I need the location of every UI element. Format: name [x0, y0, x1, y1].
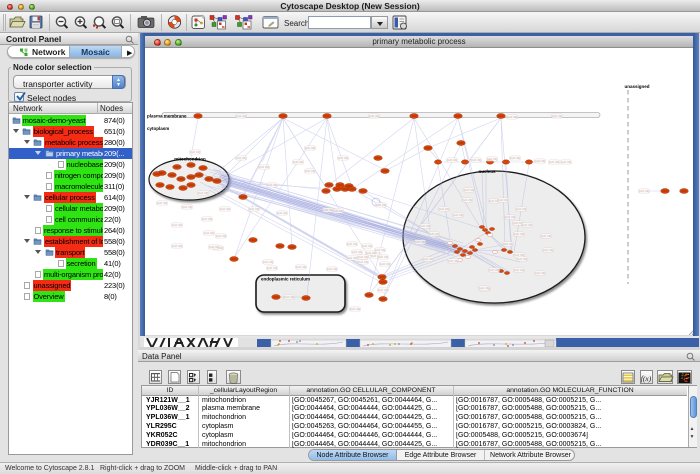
svg-text:[GO:04]: [GO:04]	[277, 211, 288, 215]
svg-text:[GO:04]: [GO:04]	[190, 150, 201, 154]
svg-text:[GO:04]: [GO:04]	[375, 248, 386, 252]
svg-text:[GO:04]: [GO:04]	[507, 115, 518, 119]
svg-text:[GO:04]: [GO:04]	[479, 286, 490, 290]
svg-text:[GO:04]: [GO:04]	[514, 232, 525, 236]
svg-text:[GO:04]: [GO:04]	[522, 223, 533, 227]
svg-text:[GO:04]: [GO:04]	[305, 169, 316, 173]
svg-text:[GO:04]: [GO:04]	[514, 268, 525, 272]
svg-text:[GO:04]: [GO:04]	[182, 205, 193, 209]
svg-text:[GO:04]: [GO:04]	[358, 260, 369, 264]
svg-text:f(x): f(x)	[641, 374, 652, 383]
svg-text:[GO:04]: [GO:04]	[327, 267, 338, 271]
svg-text:[GO:04]: [GO:04]	[347, 242, 358, 246]
svg-text:[GO:04]: [GO:04]	[447, 158, 458, 162]
svg-text:[GO:04]: [GO:04]	[503, 242, 514, 246]
svg-text:[GO:04]: [GO:04]	[198, 191, 209, 195]
svg-text:[GO:04]: [GO:04]	[415, 240, 426, 244]
svg-text:[GO:04]: [GO:04]	[362, 244, 373, 248]
svg-text:[GO:04]: [GO:04]	[471, 158, 482, 162]
svg-text:[GO:04]: [GO:04]	[517, 257, 528, 261]
svg-text:[GO:04]: [GO:04]	[293, 160, 304, 164]
svg-text:[GO:04]: [GO:04]	[378, 288, 389, 292]
svg-text:[GO:04]: [GO:04]	[448, 259, 459, 263]
svg-text:[GO:04]: [GO:04]	[543, 248, 554, 252]
svg-text:plasma membrane: plasma membrane	[147, 114, 187, 119]
svg-text:[GO:04]: [GO:04]	[510, 156, 521, 160]
svg-text:[GO:04]: [GO:04]	[284, 295, 295, 299]
svg-text:[GO:04]: [GO:04]	[489, 268, 500, 272]
svg-text:[GO:04]: [GO:04]	[259, 165, 270, 169]
svg-text:[GO:04]: [GO:04]	[172, 223, 183, 227]
svg-text:[GO:04]: [GO:04]	[505, 215, 516, 219]
svg-text:[GO:04]: [GO:04]	[369, 114, 380, 118]
svg-text:[GO:04]: [GO:04]	[429, 232, 440, 236]
svg-text:[GO:04]: [GO:04]	[267, 266, 278, 270]
svg-text:unassigned: unassigned	[624, 84, 649, 89]
svg-text:[GO:04]: [GO:04]	[220, 207, 231, 211]
svg-text:[GO:04]: [GO:04]	[209, 245, 220, 249]
svg-text:[GO:04]: [GO:04]	[423, 257, 434, 261]
svg-text:[GO:04]: [GO:04]	[216, 234, 227, 238]
svg-text:[GO:04]: [GO:04]	[498, 198, 509, 202]
svg-text:[GO:04]: [GO:04]	[358, 255, 369, 259]
svg-text:[GO:04]: [GO:04]	[462, 198, 473, 202]
svg-text:[GO:04]: [GO:04]	[172, 244, 183, 248]
svg-text:[GO:04]: [GO:04]	[157, 201, 168, 205]
svg-text:[GO:04]: [GO:04]	[333, 209, 344, 213]
svg-text:[GO:04]: [GO:04]	[347, 256, 358, 260]
svg-text:[GO:04]: [GO:04]	[561, 160, 572, 164]
svg-text:[GO:04]: [GO:04]	[267, 183, 278, 187]
svg-text:nucleus: nucleus	[478, 169, 496, 174]
svg-text:[GO:04]: [GO:04]	[305, 146, 316, 150]
svg-text:[GO:04]: [GO:04]	[516, 207, 527, 211]
svg-text:[GO:04]: [GO:04]	[541, 234, 552, 238]
svg-text:[GO:04]: [GO:04]	[378, 255, 389, 259]
svg-text:[GO:04]: [GO:04]	[249, 207, 260, 211]
svg-text:[GO:04]: [GO:04]	[236, 156, 247, 160]
svg-text:[GO:04]: [GO:04]	[202, 217, 213, 221]
svg-text:[GO:04]: [GO:04]	[464, 188, 475, 192]
svg-text:[GO:04]: [GO:04]	[439, 207, 450, 211]
svg-text:[GO:04]: [GO:04]	[535, 271, 546, 275]
svg-text:[GO:04]: [GO:04]	[376, 203, 387, 207]
svg-text:[GO:04]: [GO:04]	[487, 157, 498, 161]
svg-text:[GO:04]: [GO:04]	[296, 265, 307, 269]
svg-text:[GO:04]: [GO:04]	[535, 159, 546, 163]
svg-text:[GO:04]: [GO:04]	[639, 189, 650, 193]
svg-text:[GO:04]: [GO:04]	[350, 307, 361, 311]
svg-text:[GO:04]: [GO:04]	[338, 156, 349, 160]
svg-text:[GO:04]: [GO:04]	[204, 231, 215, 235]
svg-text:[GO:04]: [GO:04]	[552, 114, 563, 118]
svg-text:[GO:04]: [GO:04]	[453, 213, 464, 217]
svg-text:[GO:04]: [GO:04]	[380, 262, 391, 266]
svg-text:[GO:04]: [GO:04]	[420, 224, 431, 228]
svg-text:endoplasmic reticulum: endoplasmic reticulum	[261, 277, 310, 282]
svg-text:[GO:04]: [GO:04]	[236, 114, 247, 118]
svg-text:cytoplasm: cytoplasm	[147, 126, 169, 131]
svg-text:[GO:04]: [GO:04]	[352, 250, 363, 254]
svg-text:mitochondrion: mitochondrion	[174, 157, 206, 162]
svg-text:[GO:04]: [GO:04]	[263, 260, 274, 264]
svg-text:[GO:04]: [GO:04]	[549, 160, 560, 164]
